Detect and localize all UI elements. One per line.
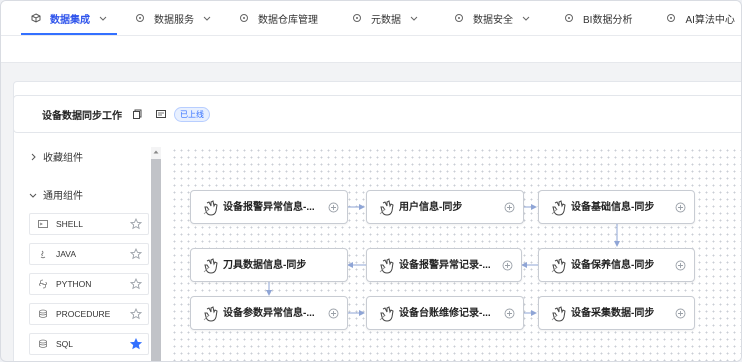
star-filled-icon[interactable] [130, 338, 142, 350]
app-window: 数据集成 数据服务 数据仓库管理 元数据 数据安全 BI数据分析 AI算法中心 … [0, 0, 742, 362]
component-sql[interactable]: SQL [29, 333, 149, 355]
node-label: 设备台账维修记录-... [399, 308, 491, 319]
add-circle-icon[interactable] [675, 308, 686, 319]
tab-label: 数据仓库管理 [258, 14, 318, 26]
group-common[interactable]: 通用组件 [29, 187, 83, 202]
sub-toolbar [1, 35, 741, 63]
component-shell[interactable]: SHELL [29, 213, 149, 235]
hand-drag-icon [203, 258, 218, 274]
add-circle-icon[interactable] [328, 308, 339, 319]
tab-data-service[interactable]: 数据服务 [125, 1, 221, 35]
node-label: 设备基础信息-同步 [571, 202, 655, 213]
add-circle-icon[interactable] [504, 202, 515, 213]
component-label: SHELL [56, 219, 83, 229]
sql-icon [38, 339, 48, 349]
component-label: JAVA [56, 249, 76, 259]
component-java[interactable]: JAVA [29, 243, 149, 265]
chevron-down-icon [410, 14, 418, 22]
star-icon[interactable] [130, 248, 142, 260]
add-circle-icon[interactable] [502, 260, 513, 271]
hand-drag-icon [379, 306, 394, 322]
chevron-down-icon [203, 14, 211, 22]
flow-node[interactable]: 设备基础信息-同步 [538, 190, 695, 224]
tab-ai-center[interactable]: AI算法中心 [656, 1, 741, 35]
node-label: 设备保养信息-同步 [571, 260, 655, 271]
node-label: 设备参数异常信息-... [223, 308, 315, 319]
cloud-icon [135, 13, 145, 23]
component-sidebar: 收藏组件 通用组件 SHELL JAVA PYTHON PROCEDURE SQ… [25, 145, 161, 361]
star-icon[interactable] [130, 278, 142, 290]
component-label: SQL [56, 339, 74, 349]
hand-drag-icon [551, 258, 566, 274]
job-header: 设备数据同步工作 已上线 [13, 95, 741, 133]
hand-drag-icon [203, 200, 218, 216]
component-python[interactable]: PYTHON [29, 273, 149, 295]
tab-label: 元数据 [371, 14, 401, 26]
group-favorites[interactable]: 收藏组件 [29, 149, 83, 164]
add-circle-icon[interactable] [675, 260, 686, 271]
node-label: 设备报警异常记录-... [399, 260, 491, 271]
flow-node[interactable]: 设备参数异常信息-... [190, 296, 348, 330]
java-icon [38, 249, 48, 259]
tab-bi-analysis[interactable]: BI数据分析 [554, 1, 642, 35]
flow-node[interactable]: 设备报警异常记录-... [366, 248, 522, 282]
copy-icon[interactable] [133, 109, 142, 119]
shield-icon [454, 13, 464, 23]
python-icon [38, 279, 48, 289]
hand-drag-icon [551, 306, 566, 322]
flow-node[interactable]: 设备报警异常信息-... [190, 190, 348, 224]
chevron-right-icon [29, 153, 37, 161]
database-icon [239, 13, 249, 23]
status-badge: 已上线 [174, 106, 210, 122]
flow-node[interactable]: 用户信息-同步 [366, 190, 524, 224]
scroll-up-arrow-icon[interactable] [152, 148, 160, 156]
tab-data-integration[interactable]: 数据集成 [21, 1, 117, 35]
tab-label: AI算法中心 [685, 14, 735, 26]
chart-icon [564, 13, 574, 23]
sidebar-scrollbar-thumb[interactable] [151, 159, 161, 361]
component-label: PYTHON [56, 279, 92, 289]
cube-icon [31, 13, 41, 23]
add-circle-icon[interactable] [504, 308, 515, 319]
tab-data-warehouse[interactable]: 数据仓库管理 [229, 1, 328, 35]
top-navigation: 数据集成 数据服务 数据仓库管理 元数据 数据安全 BI数据分析 AI算法中心 [1, 1, 741, 35]
group-label: 通用组件 [43, 191, 83, 202]
hand-drag-icon [203, 306, 218, 322]
tab-label: 数据集成 [50, 14, 90, 26]
hand-drag-icon [379, 258, 394, 274]
flow-node[interactable]: 设备采集数据-同步 [538, 296, 695, 330]
job-title: 设备数据同步工作 [42, 110, 122, 122]
tag-icon [352, 13, 362, 23]
chevron-down-icon [29, 191, 37, 199]
node-label: 设备采集数据-同步 [571, 308, 655, 319]
chevron-down-icon [522, 14, 530, 22]
terminal-icon [38, 219, 48, 229]
add-circle-icon[interactable] [675, 202, 686, 213]
tab-metadata[interactable]: 元数据 [342, 1, 428, 35]
add-circle-icon[interactable] [328, 202, 339, 213]
flow-node[interactable]: 设备保养信息-同步 [538, 248, 695, 282]
flow-node[interactable]: 刀具数据信息-同步 [190, 248, 348, 282]
ai-icon [666, 13, 676, 23]
star-icon[interactable] [130, 218, 142, 230]
message-icon[interactable] [156, 109, 166, 119]
hand-drag-icon [551, 200, 566, 216]
group-label: 收藏组件 [43, 153, 83, 164]
chevron-down-icon [99, 14, 107, 22]
flow-node[interactable]: 设备台账维修记录-... [366, 296, 524, 330]
procedure-icon [38, 309, 48, 319]
node-label: 设备报警异常信息-... [223, 202, 315, 213]
tab-label: 数据安全 [473, 14, 513, 26]
star-icon[interactable] [130, 308, 142, 320]
node-label: 刀具数据信息-同步 [223, 260, 307, 271]
node-label: 用户信息-同步 [399, 202, 463, 213]
tab-data-security[interactable]: 数据安全 [444, 1, 540, 35]
tab-label: 数据服务 [154, 14, 194, 26]
tab-label: BI数据分析 [583, 14, 633, 26]
component-procedure[interactable]: PROCEDURE [29, 303, 149, 325]
hand-drag-icon [379, 200, 394, 216]
component-label: PROCEDURE [56, 309, 111, 319]
